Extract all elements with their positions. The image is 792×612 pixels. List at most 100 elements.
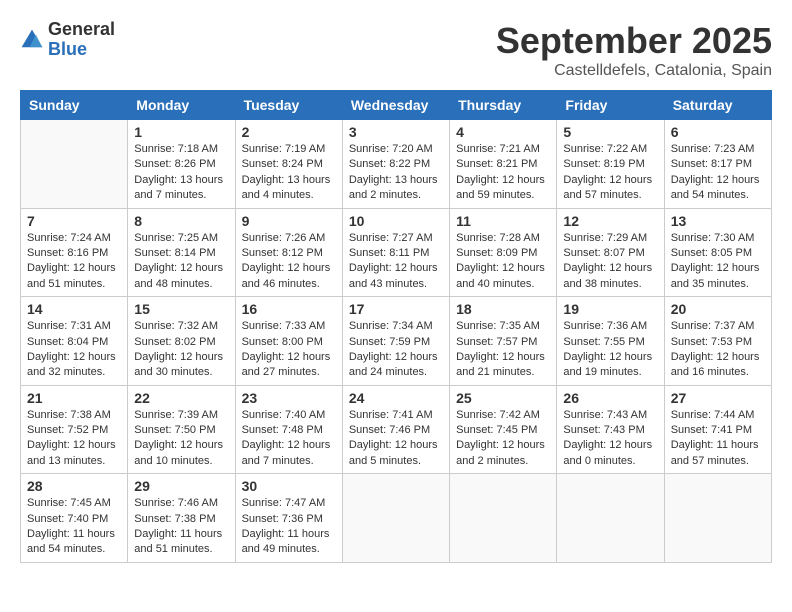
calendar-cell: 9 Sunrise: 7:26 AM Sunset: 8:12 PM Dayli… <box>235 208 342 297</box>
day-number: 26 <box>563 390 657 406</box>
day-info: Sunrise: 7:27 AM Sunset: 8:11 PM Dayligh… <box>349 231 443 293</box>
day-number: 12 <box>563 213 657 229</box>
day-info: Sunrise: 7:28 AM Sunset: 8:09 PM Dayligh… <box>456 231 550 293</box>
sunrise-text: Sunrise: 7:37 AM <box>671 320 755 332</box>
daylight-text: Daylight: 12 hours and 59 minutes. <box>456 174 545 201</box>
daylight-text: Daylight: 13 hours and 2 minutes. <box>349 174 438 201</box>
calendar-week-row: 1 Sunrise: 7:18 AM Sunset: 8:26 PM Dayli… <box>21 120 772 209</box>
sunrise-text: Sunrise: 7:20 AM <box>349 143 433 155</box>
sunrise-text: Sunrise: 7:26 AM <box>242 232 326 244</box>
daylight-text: Daylight: 12 hours and 48 minutes. <box>134 262 223 289</box>
sunset-text: Sunset: 7:43 PM <box>563 424 644 436</box>
day-number: 30 <box>242 478 336 494</box>
calendar-cell: 13 Sunrise: 7:30 AM Sunset: 8:05 PM Dayl… <box>664 208 771 297</box>
weekday-header-wednesday: Wednesday <box>342 91 449 120</box>
day-info: Sunrise: 7:34 AM Sunset: 7:59 PM Dayligh… <box>349 319 443 381</box>
sunset-text: Sunset: 7:52 PM <box>27 424 108 436</box>
weekday-header-sunday: Sunday <box>21 91 128 120</box>
sunrise-text: Sunrise: 7:31 AM <box>27 320 111 332</box>
day-number: 17 <box>349 301 443 317</box>
day-info: Sunrise: 7:44 AM Sunset: 7:41 PM Dayligh… <box>671 408 765 470</box>
day-info: Sunrise: 7:18 AM Sunset: 8:26 PM Dayligh… <box>134 142 228 204</box>
day-info: Sunrise: 7:29 AM Sunset: 8:07 PM Dayligh… <box>563 231 657 293</box>
sunset-text: Sunset: 8:09 PM <box>456 247 537 259</box>
day-number: 10 <box>349 213 443 229</box>
logo: General Blue <box>20 20 115 60</box>
daylight-text: Daylight: 12 hours and 24 minutes. <box>349 351 438 378</box>
day-number: 19 <box>563 301 657 317</box>
day-info: Sunrise: 7:22 AM Sunset: 8:19 PM Dayligh… <box>563 142 657 204</box>
sunrise-text: Sunrise: 7:41 AM <box>349 409 433 421</box>
sunrise-text: Sunrise: 7:47 AM <box>242 497 326 509</box>
calendar-week-row: 21 Sunrise: 7:38 AM Sunset: 7:52 PM Dayl… <box>21 385 772 474</box>
sunset-text: Sunset: 8:17 PM <box>671 158 752 170</box>
day-info: Sunrise: 7:42 AM Sunset: 7:45 PM Dayligh… <box>456 408 550 470</box>
sunrise-text: Sunrise: 7:29 AM <box>563 232 647 244</box>
calendar-cell: 14 Sunrise: 7:31 AM Sunset: 8:04 PM Dayl… <box>21 297 128 386</box>
daylight-text: Daylight: 12 hours and 43 minutes. <box>349 262 438 289</box>
calendar-cell <box>664 474 771 563</box>
sunset-text: Sunset: 7:46 PM <box>349 424 430 436</box>
sunrise-text: Sunrise: 7:33 AM <box>242 320 326 332</box>
sunset-text: Sunset: 7:50 PM <box>134 424 215 436</box>
sunset-text: Sunset: 7:55 PM <box>563 336 644 348</box>
sunrise-text: Sunrise: 7:21 AM <box>456 143 540 155</box>
calendar-cell: 3 Sunrise: 7:20 AM Sunset: 8:22 PM Dayli… <box>342 120 449 209</box>
sunset-text: Sunset: 7:57 PM <box>456 336 537 348</box>
day-number: 14 <box>27 301 121 317</box>
daylight-text: Daylight: 13 hours and 4 minutes. <box>242 174 331 201</box>
sunset-text: Sunset: 8:24 PM <box>242 158 323 170</box>
calendar-cell: 7 Sunrise: 7:24 AM Sunset: 8:16 PM Dayli… <box>21 208 128 297</box>
day-number: 8 <box>134 213 228 229</box>
weekday-header-friday: Friday <box>557 91 664 120</box>
calendar-cell: 2 Sunrise: 7:19 AM Sunset: 8:24 PM Dayli… <box>235 120 342 209</box>
sunrise-text: Sunrise: 7:39 AM <box>134 409 218 421</box>
day-info: Sunrise: 7:19 AM Sunset: 8:24 PM Dayligh… <box>242 142 336 204</box>
daylight-text: Daylight: 12 hours and 46 minutes. <box>242 262 331 289</box>
calendar-cell: 15 Sunrise: 7:32 AM Sunset: 8:02 PM Dayl… <box>128 297 235 386</box>
calendar-cell: 26 Sunrise: 7:43 AM Sunset: 7:43 PM Dayl… <box>557 385 664 474</box>
day-info: Sunrise: 7:20 AM Sunset: 8:22 PM Dayligh… <box>349 142 443 204</box>
day-number: 5 <box>563 124 657 140</box>
sunrise-text: Sunrise: 7:42 AM <box>456 409 540 421</box>
day-number: 18 <box>456 301 550 317</box>
calendar-cell: 1 Sunrise: 7:18 AM Sunset: 8:26 PM Dayli… <box>128 120 235 209</box>
sunrise-text: Sunrise: 7:24 AM <box>27 232 111 244</box>
calendar-cell: 20 Sunrise: 7:37 AM Sunset: 7:53 PM Dayl… <box>664 297 771 386</box>
calendar-cell: 4 Sunrise: 7:21 AM Sunset: 8:21 PM Dayli… <box>450 120 557 209</box>
sunrise-text: Sunrise: 7:40 AM <box>242 409 326 421</box>
sunrise-text: Sunrise: 7:25 AM <box>134 232 218 244</box>
weekday-header-row: SundayMondayTuesdayWednesdayThursdayFrid… <box>21 91 772 120</box>
day-info: Sunrise: 7:41 AM Sunset: 7:46 PM Dayligh… <box>349 408 443 470</box>
daylight-text: Daylight: 12 hours and 13 minutes. <box>27 439 116 466</box>
day-info: Sunrise: 7:36 AM Sunset: 7:55 PM Dayligh… <box>563 319 657 381</box>
daylight-text: Daylight: 12 hours and 2 minutes. <box>456 439 545 466</box>
sunset-text: Sunset: 8:22 PM <box>349 158 430 170</box>
sunset-text: Sunset: 7:40 PM <box>27 513 108 525</box>
calendar-cell: 27 Sunrise: 7:44 AM Sunset: 7:41 PM Dayl… <box>664 385 771 474</box>
day-number: 2 <box>242 124 336 140</box>
day-info: Sunrise: 7:30 AM Sunset: 8:05 PM Dayligh… <box>671 231 765 293</box>
day-info: Sunrise: 7:45 AM Sunset: 7:40 PM Dayligh… <box>27 496 121 558</box>
day-info: Sunrise: 7:25 AM Sunset: 8:14 PM Dayligh… <box>134 231 228 293</box>
calendar-cell: 17 Sunrise: 7:34 AM Sunset: 7:59 PM Dayl… <box>342 297 449 386</box>
day-number: 11 <box>456 213 550 229</box>
day-number: 1 <box>134 124 228 140</box>
day-info: Sunrise: 7:43 AM Sunset: 7:43 PM Dayligh… <box>563 408 657 470</box>
calendar-cell: 8 Sunrise: 7:25 AM Sunset: 8:14 PM Dayli… <box>128 208 235 297</box>
sunset-text: Sunset: 8:21 PM <box>456 158 537 170</box>
logo-icon <box>20 28 44 52</box>
calendar-table: SundayMondayTuesdayWednesdayThursdayFrid… <box>20 90 772 563</box>
day-info: Sunrise: 7:38 AM Sunset: 7:52 PM Dayligh… <box>27 408 121 470</box>
sunrise-text: Sunrise: 7:32 AM <box>134 320 218 332</box>
day-info: Sunrise: 7:31 AM Sunset: 8:04 PM Dayligh… <box>27 319 121 381</box>
logo-general: General <box>48 20 115 40</box>
daylight-text: Daylight: 12 hours and 35 minutes. <box>671 262 760 289</box>
sunrise-text: Sunrise: 7:36 AM <box>563 320 647 332</box>
daylight-text: Daylight: 12 hours and 27 minutes. <box>242 351 331 378</box>
sunset-text: Sunset: 7:59 PM <box>349 336 430 348</box>
location: Castelldefels, Catalonia, Spain <box>496 62 772 80</box>
day-info: Sunrise: 7:37 AM Sunset: 7:53 PM Dayligh… <box>671 319 765 381</box>
page-header: General Blue September 2025 Castelldefel… <box>20 20 772 80</box>
daylight-text: Daylight: 12 hours and 0 minutes. <box>563 439 652 466</box>
